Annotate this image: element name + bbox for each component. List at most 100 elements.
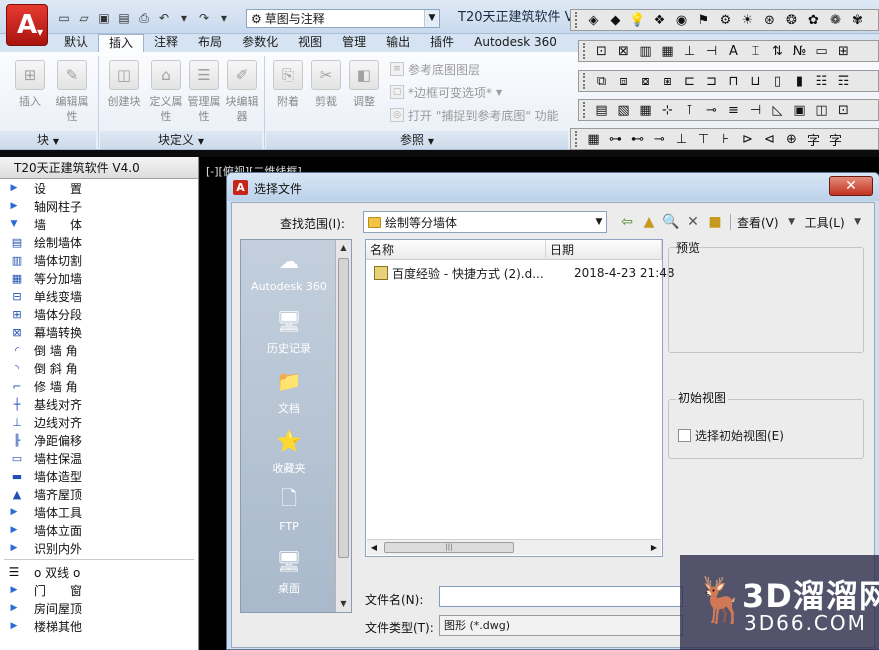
expand-arrow-icon[interactable]: ▶ bbox=[11, 201, 18, 211]
chevron-down-icon[interactable]: ▼ bbox=[783, 213, 801, 231]
tools-menu[interactable]: 工具(L) bbox=[805, 214, 845, 231]
new-folder-icon[interactable]: ■ bbox=[706, 213, 724, 231]
palette-command[interactable]: ◜ 倒 墙 角 bbox=[0, 341, 198, 359]
window-icon[interactable]: ⊸ bbox=[701, 101, 722, 120]
north-arrow-icon[interactable]: ⊕ bbox=[781, 130, 802, 149]
text-style-icon[interactable]: ⌶ bbox=[745, 42, 766, 61]
palette-command[interactable]: ▭ 墙柱保温 bbox=[0, 449, 198, 467]
toolbar-grip[interactable] bbox=[575, 131, 579, 147]
palette-group[interactable]: ▶ 门 窗 bbox=[0, 581, 198, 599]
palette-command[interactable]: ⊥ 边线对齐 bbox=[0, 413, 198, 431]
gear-icon[interactable]: ⚙ bbox=[715, 11, 736, 30]
palette-command[interactable]: ╟ 净距偏移 bbox=[0, 431, 198, 449]
grid-axis-icon[interactable]: ▦ bbox=[635, 101, 656, 120]
layer-match-icon[interactable]: ❁ bbox=[825, 11, 846, 30]
palette-command[interactable]: ⊟ 单线变墙 bbox=[0, 287, 198, 305]
area-icon[interactable]: ◫ bbox=[811, 101, 832, 120]
insert-block-button[interactable]: ⊞ 插入 bbox=[10, 60, 50, 109]
redo-icon[interactable]: ↷ bbox=[196, 10, 212, 26]
checkbox-box[interactable] bbox=[678, 429, 691, 442]
scroll-thumb[interactable]: ||| bbox=[384, 542, 514, 553]
room-icon[interactable]: ▣ bbox=[789, 101, 810, 120]
ribbon-tab[interactable]: 注释 bbox=[144, 34, 188, 52]
grid-icon[interactable]: ▥ bbox=[635, 42, 656, 61]
layer-isolate-icon[interactable]: ❂ bbox=[781, 11, 802, 30]
ribbon-tab[interactable]: 视图 bbox=[288, 34, 332, 52]
palette-toggle[interactable]: ☰ o 双线 o bbox=[0, 563, 198, 581]
column-name[interactable]: 名称 bbox=[366, 240, 546, 260]
file-row[interactable]: 百度经验 - 快捷方式 (2).d... 2018-4-23 21:48 bbox=[366, 263, 675, 283]
palette-command[interactable]: ▦ 等分加墙 bbox=[0, 269, 198, 287]
palette-group[interactable]: ▶ 墙体工具 bbox=[0, 503, 198, 521]
explode-icon[interactable]: ☷ bbox=[811, 72, 832, 91]
palette-group[interactable]: ▶ 设 置 bbox=[0, 179, 198, 197]
layer-freeze-icon[interactable]: ❖ bbox=[649, 11, 670, 30]
ribbon-tab[interactable]: 插件 bbox=[420, 34, 464, 52]
door-icon[interactable]: ⊺ bbox=[679, 101, 700, 120]
new-file-icon[interactable]: ▭ bbox=[56, 10, 72, 26]
underlay-layers-button[interactable]: ≡ 参考底图图层 bbox=[390, 60, 480, 78]
ribbon-tab[interactable]: 输出 bbox=[376, 34, 420, 52]
roof-icon[interactable]: ◺ bbox=[767, 101, 788, 120]
elevation-icon[interactable]: ⊡ bbox=[833, 101, 854, 120]
create-block-button[interactable]: ◫ 创建块 bbox=[104, 60, 144, 109]
index-icon[interactable]: ⊤ bbox=[693, 130, 714, 149]
palette-command[interactable]: ▤ 绘制墙体 bbox=[0, 233, 198, 251]
layer-off-icon[interactable]: ◉ bbox=[671, 11, 692, 30]
table-grid-icon[interactable]: ▦ bbox=[583, 130, 604, 149]
palette-command[interactable]: ▬ 墙体造型 bbox=[0, 467, 198, 485]
collapse-arrow-icon[interactable]: ▼ bbox=[11, 219, 18, 229]
sun-icon[interactable]: ☀ bbox=[737, 11, 758, 30]
palette-group[interactable]: ▶ 墙体立面 bbox=[0, 521, 198, 539]
place-ftp[interactable]: 🗋 FTP bbox=[241, 486, 337, 533]
expand-arrow-icon[interactable]: ▶ bbox=[11, 621, 18, 631]
palette-group[interactable]: ▶ 房间屋顶 bbox=[0, 599, 198, 617]
workspace-dropdown[interactable]: ⚙ 草图与注释 ▼ bbox=[246, 9, 440, 28]
scroll-up-icon[interactable]: ▲ bbox=[336, 240, 351, 256]
wall-draw-icon[interactable]: ▤ bbox=[591, 101, 612, 120]
palette-group[interactable]: ▼ 墙 体 bbox=[0, 215, 198, 233]
break-line-icon[interactable]: ⊲ bbox=[759, 130, 780, 149]
undo-icon[interactable]: ↶ bbox=[156, 10, 172, 26]
scale-icon[interactable]: ⧆ bbox=[657, 72, 678, 91]
define-attribute-button[interactable]: ⌂ 定义属性 bbox=[146, 60, 186, 124]
palette-command[interactable]: ┼ 基线对齐 bbox=[0, 395, 198, 413]
select-icon[interactable]: ⊡ bbox=[591, 42, 612, 61]
place-autodesk360[interactable]: ☁ Autodesk 360 bbox=[241, 246, 337, 293]
attach-button[interactable]: ⎘ 附着 bbox=[268, 60, 308, 109]
chamfer-icon[interactable]: ▯ bbox=[767, 72, 788, 91]
break-icon[interactable]: ⊔ bbox=[745, 72, 766, 91]
palette-command[interactable]: ▲ 墙齐屋顶 bbox=[0, 485, 198, 503]
toolbar-grip[interactable] bbox=[583, 102, 587, 118]
up-folder-icon[interactable]: ▲ bbox=[640, 213, 658, 231]
expand-arrow-icon[interactable]: ▶ bbox=[11, 507, 18, 517]
palette-command[interactable]: ⌐ 修 墙 角 bbox=[0, 377, 198, 395]
expand-arrow-icon[interactable]: ▶ bbox=[11, 543, 18, 553]
back-arrow-icon[interactable]: ⇦ bbox=[618, 213, 636, 231]
select-initial-view-checkbox[interactable]: 选择初始视图(E) bbox=[678, 427, 784, 444]
layer-unlock-icon[interactable]: ✿ bbox=[803, 11, 824, 30]
elevation-mark-icon[interactable]: ⊸ bbox=[649, 130, 670, 149]
copy-icon[interactable]: ⧉ bbox=[591, 72, 612, 91]
rotate-icon[interactable]: ⧇ bbox=[635, 72, 656, 91]
stair-run-icon[interactable]: ⊣ bbox=[745, 101, 766, 120]
scroll-right-icon[interactable]: ▶ bbox=[647, 540, 661, 556]
stair-icon[interactable]: ≡ bbox=[723, 101, 744, 120]
expand-arrow-icon[interactable]: ▶ bbox=[11, 183, 18, 193]
scroll-left-icon[interactable]: ◀ bbox=[367, 540, 381, 556]
text-icon[interactable]: A bbox=[723, 42, 744, 61]
snap-underlay-button[interactable]: ◎ 打开 "捕捉到参考底图" 功能 bbox=[390, 106, 559, 124]
zoom-window-icon[interactable]: ⊠ bbox=[613, 42, 634, 61]
panel-label-block-definition[interactable]: 块定义 ▼ bbox=[100, 131, 262, 149]
dimension-style-icon[interactable]: ⊞ bbox=[833, 42, 854, 61]
expand-arrow-icon[interactable]: ▶ bbox=[11, 585, 18, 595]
section-icon[interactable]: ⊥ bbox=[671, 130, 692, 149]
extend-icon[interactable]: ⊓ bbox=[723, 72, 744, 91]
redo-dropdown-icon[interactable]: ▾ bbox=[216, 10, 232, 26]
palette-command[interactable]: ⊞ 墙体分段 bbox=[0, 305, 198, 323]
sort-icon[interactable]: ⇅ bbox=[767, 42, 788, 61]
wall-style-icon[interactable]: ▧ bbox=[613, 101, 634, 120]
dialog-title-bar[interactable]: A 选择文件 ✕ bbox=[227, 173, 879, 201]
column-icon[interactable]: ⊹ bbox=[657, 101, 678, 120]
multi-text-icon[interactable]: 字 bbox=[825, 130, 846, 149]
